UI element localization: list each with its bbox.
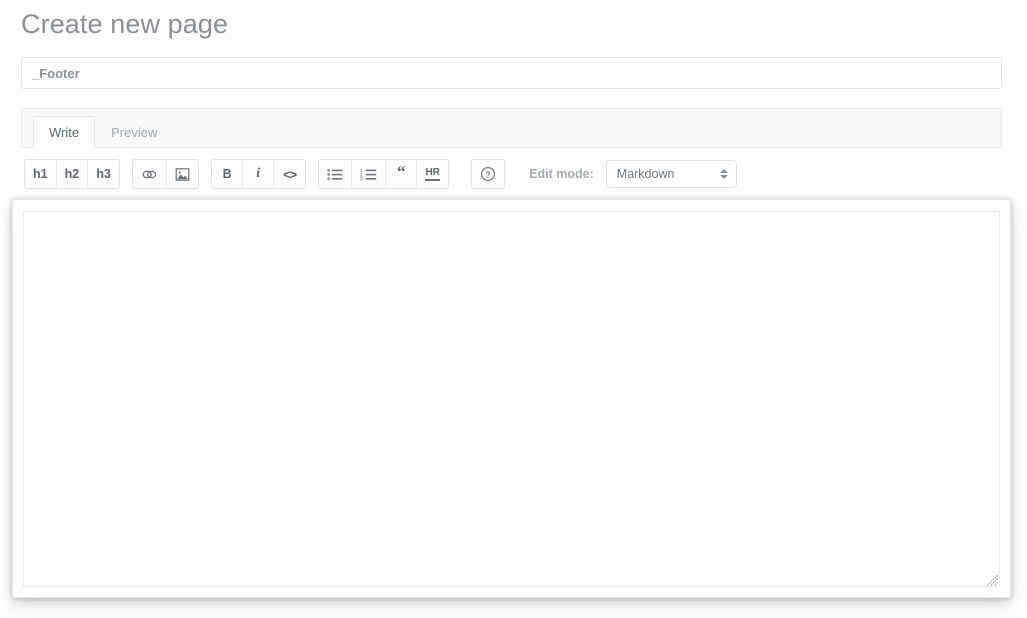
toolbar-group-insert — [132, 159, 200, 189]
create-page-screen: Create new page Write Preview h1 h2 h3 — [0, 0, 1027, 618]
page-title-input[interactable] — [21, 57, 1002, 89]
image-button[interactable] — [167, 160, 199, 188]
tab-list: Write Preview — [33, 116, 173, 151]
toolbar-group-blocks: 1 2 3 “ HR — [318, 159, 450, 189]
edit-mode-select-wrapper: Markdown — [605, 160, 737, 188]
code-button[interactable]: <> — [274, 160, 306, 188]
horizontal-rule-label: HR — [425, 167, 440, 181]
bold-button[interactable]: B — [212, 160, 244, 188]
toolbar-group-format: B i <> — [211, 159, 307, 189]
heading-1-button[interactable]: h1 — [25, 160, 57, 188]
help-button[interactable]: ? — [472, 160, 505, 188]
horizontal-rule-button[interactable]: HR — [417, 160, 449, 188]
question-circle-icon: ? — [480, 166, 496, 182]
heading-2-button[interactable]: h2 — [56, 160, 89, 188]
edit-mode-label: Edit mode: — [529, 167, 594, 181]
page-title: Create new page — [21, 9, 229, 39]
ordered-list-button[interactable]: 1 2 3 — [352, 160, 387, 188]
image-icon — [175, 167, 190, 182]
toolbar-group-headings: h1 h2 h3 — [24, 159, 121, 189]
tab-preview[interactable]: Preview — [95, 116, 173, 151]
editor-tabbar: Write Preview — [21, 108, 1002, 151]
bulleted-list-icon — [327, 168, 343, 181]
link-icon — [141, 167, 158, 182]
edit-mode-control: Edit mode: Markdown — [529, 160, 737, 188]
svg-text:3: 3 — [360, 176, 363, 180]
numbered-list-icon: 1 2 3 — [360, 168, 377, 181]
editor-toolbar: h1 h2 h3 B i <> 1 2 3 “ HR ? Edit mode: … — [21, 148, 1002, 200]
markdown-editor-textarea[interactable] — [23, 211, 1000, 587]
toolbar-group-help: ? — [471, 159, 506, 189]
edit-mode-select[interactable]: Markdown — [605, 160, 737, 188]
tab-write[interactable]: Write — [33, 116, 96, 151]
link-button[interactable] — [133, 160, 168, 188]
page-title-field-wrapper — [21, 57, 1002, 89]
editor-container — [12, 199, 1011, 598]
italic-button[interactable]: i — [243, 160, 275, 188]
svg-text:?: ? — [486, 169, 491, 179]
heading-3-button[interactable]: h3 — [88, 160, 120, 188]
unordered-list-button[interactable] — [319, 160, 353, 188]
blockquote-button[interactable]: “ — [386, 160, 418, 188]
